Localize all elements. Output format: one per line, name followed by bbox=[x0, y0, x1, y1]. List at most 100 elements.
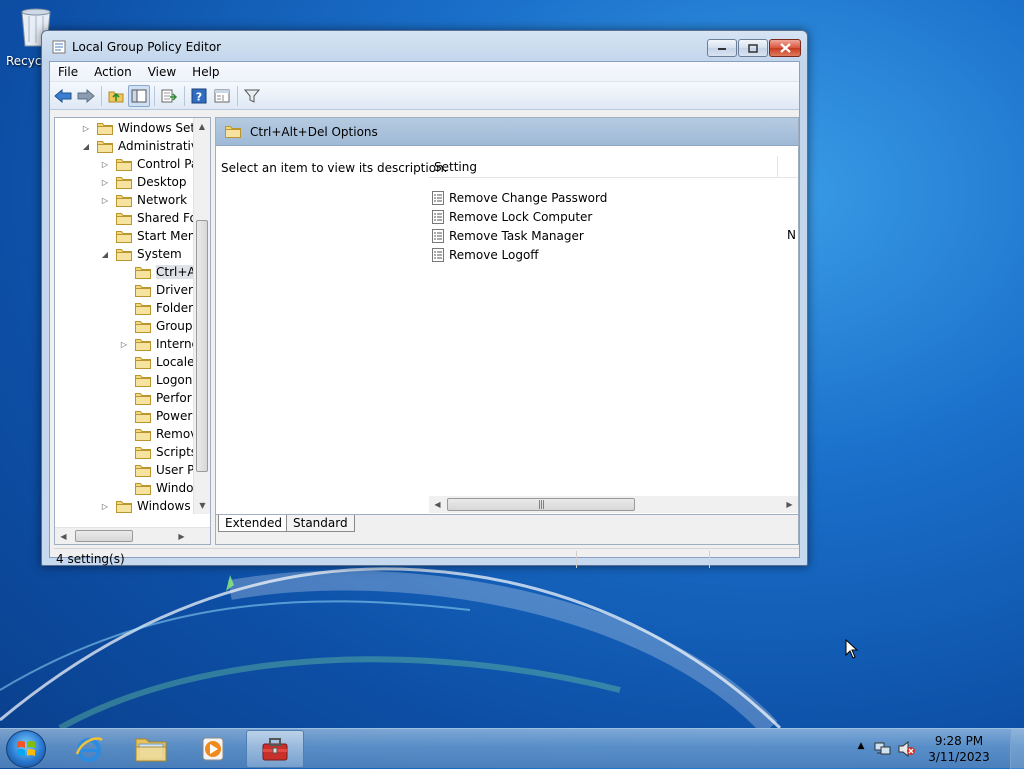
scroll-left-arrow-icon[interactable]: ◀ bbox=[55, 528, 72, 544]
folder-icon bbox=[97, 122, 113, 135]
tree-node[interactable]: Ctrl+A bbox=[119, 263, 193, 281]
expand-arrow-icon[interactable]: ▷ bbox=[100, 502, 110, 511]
folder-icon bbox=[116, 176, 132, 189]
windows-logo-icon bbox=[17, 741, 35, 756]
export-list-button[interactable] bbox=[158, 85, 180, 107]
folder-icon bbox=[135, 738, 167, 762]
tree-vscroll-thumb[interactable] bbox=[196, 220, 208, 472]
title-bar[interactable]: Local Group Policy Editor bbox=[42, 31, 807, 61]
taskbar-media-player[interactable] bbox=[184, 730, 242, 768]
show-hide-console-tree-button[interactable] bbox=[128, 84, 150, 107]
back-button[interactable] bbox=[52, 85, 74, 107]
column-header-setting[interactable]: Setting bbox=[429, 160, 477, 174]
tree-node-label: Network bbox=[137, 193, 188, 207]
tree-hscroll-thumb[interactable] bbox=[75, 530, 133, 542]
tree-node[interactable]: Locale bbox=[119, 353, 193, 371]
menu-help[interactable]: Help bbox=[184, 65, 227, 79]
tree-horizontal-scrollbar[interactable]: ◀ ▶ bbox=[55, 527, 210, 544]
tree-node[interactable]: Remov bbox=[119, 425, 193, 443]
scroll-right-arrow-icon[interactable]: ▶ bbox=[781, 496, 798, 513]
tab-standard[interactable]: Standard bbox=[286, 515, 355, 532]
system-tray: ▲ 9:28 PM 3/11/2023 bbox=[854, 729, 1024, 769]
folder-icon bbox=[135, 356, 151, 369]
clock[interactable]: 9:28 PM 3/11/2023 bbox=[924, 733, 994, 765]
up-one-level-button[interactable] bbox=[105, 85, 127, 107]
tree-vertical-scrollbar[interactable]: ▲ ▼ bbox=[193, 118, 210, 514]
tree-node[interactable]: Group bbox=[119, 317, 193, 335]
tree-node-label: Windows Sett bbox=[118, 121, 193, 135]
start-button[interactable] bbox=[6, 730, 46, 768]
folder-icon bbox=[116, 248, 132, 261]
tree-node[interactable]: ◢ Administrative bbox=[81, 137, 193, 155]
taskbar-group-policy-editor[interactable] bbox=[246, 730, 304, 768]
collapse-arrow-icon[interactable]: ◢ bbox=[81, 142, 91, 151]
scroll-left-arrow-icon[interactable]: ◀ bbox=[429, 496, 446, 513]
collapse-arrow-icon[interactable]: ◢ bbox=[100, 250, 110, 259]
folder-icon bbox=[135, 320, 151, 333]
volume-muted-icon[interactable] bbox=[898, 741, 916, 757]
list-item[interactable]: Remove Lock Computer bbox=[432, 207, 592, 226]
tree-node[interactable]: ▷ Windows Sett bbox=[81, 119, 193, 137]
column-separator[interactable] bbox=[777, 156, 778, 178]
scroll-up-arrow-icon[interactable]: ▲ bbox=[194, 118, 210, 135]
show-hidden-icons-button[interactable]: ▲ bbox=[854, 741, 868, 751]
tree-node[interactable]: User Pr bbox=[119, 461, 193, 479]
tree-node-label: Group bbox=[156, 319, 193, 333]
properties-view-button[interactable] bbox=[211, 85, 233, 107]
forward-button[interactable] bbox=[75, 85, 97, 107]
folder-icon bbox=[225, 126, 241, 138]
tree-node-label: Scripts bbox=[156, 445, 193, 459]
tree-node[interactable]: ▷ Windows bbox=[100, 497, 191, 514]
tree-node[interactable]: Shared Fol bbox=[100, 209, 193, 227]
tree-node[interactable]: ▷ Interne bbox=[119, 335, 193, 353]
tree-node-label: Shared Fol bbox=[137, 211, 193, 225]
folder-icon bbox=[135, 482, 151, 495]
tree-node[interactable]: ▷ Desktop bbox=[100, 173, 187, 191]
expand-arrow-icon[interactable]: ▷ bbox=[100, 160, 110, 169]
settings-list: Setting Remove Change Password Remove Loc… bbox=[429, 146, 798, 514]
expand-arrow-icon[interactable]: ▷ bbox=[100, 178, 110, 187]
list-item[interactable]: Remove Change Password bbox=[432, 188, 607, 207]
menu-action[interactable]: Action bbox=[86, 65, 140, 79]
setting-name: Remove Lock Computer bbox=[449, 209, 593, 224]
clock-date: 3/11/2023 bbox=[928, 750, 990, 764]
list-horizontal-scrollbar[interactable]: ◀ ||| ▶ bbox=[429, 496, 798, 513]
scroll-right-arrow-icon[interactable]: ▶ bbox=[173, 528, 190, 544]
tree-node[interactable]: Driver bbox=[119, 281, 193, 299]
filter-button[interactable] bbox=[241, 85, 263, 107]
export-list-icon bbox=[161, 89, 177, 102]
help-button[interactable]: ? bbox=[188, 85, 210, 107]
tree-node[interactable]: Start Menu bbox=[100, 227, 193, 245]
list-hscroll-thumb[interactable]: ||| bbox=[447, 498, 635, 511]
expand-arrow-icon[interactable]: ▷ bbox=[119, 340, 129, 349]
minimize-button[interactable] bbox=[707, 39, 737, 57]
list-item[interactable]: Remove Task Manager bbox=[432, 226, 584, 245]
tree-node[interactable]: ▷ Control Pa bbox=[100, 155, 193, 173]
folder-icon bbox=[116, 212, 132, 225]
console-tree[interactable]: ▷Windows Sett◢Administrative▷Control Pa▷… bbox=[54, 117, 211, 545]
tree-node[interactable]: Logon bbox=[119, 371, 192, 389]
tree-node-label: Driver bbox=[156, 283, 193, 297]
tree-node[interactable]: Windo bbox=[119, 479, 193, 497]
show-desktop-button[interactable] bbox=[1010, 729, 1024, 769]
tree-node[interactable]: Scripts bbox=[119, 443, 193, 461]
taskbar-internet-explorer[interactable] bbox=[60, 730, 118, 768]
scroll-down-arrow-icon[interactable]: ▼ bbox=[194, 497, 210, 514]
network-icon[interactable] bbox=[874, 741, 892, 757]
expand-arrow-icon[interactable]: ▷ bbox=[81, 124, 91, 133]
tree-node[interactable]: Power bbox=[119, 407, 192, 425]
tree-node[interactable]: Perfor bbox=[119, 389, 192, 407]
taskbar-windows-explorer[interactable] bbox=[122, 730, 180, 768]
tree-node[interactable]: ◢ System bbox=[100, 245, 182, 263]
menu-file[interactable]: File bbox=[50, 65, 86, 79]
menu-view[interactable]: View bbox=[140, 65, 184, 79]
toolbar: ? bbox=[50, 82, 799, 110]
maximize-button[interactable] bbox=[738, 39, 768, 57]
close-button[interactable] bbox=[769, 39, 801, 57]
tab-extended[interactable]: Extended bbox=[218, 515, 289, 532]
tree-node[interactable]: ▷ Network bbox=[100, 191, 187, 209]
expand-arrow-icon[interactable]: ▷ bbox=[100, 196, 110, 205]
list-item[interactable]: Remove Logoff bbox=[432, 245, 539, 264]
tree-node[interactable]: Folder bbox=[119, 299, 193, 317]
minimize-icon bbox=[718, 48, 726, 50]
